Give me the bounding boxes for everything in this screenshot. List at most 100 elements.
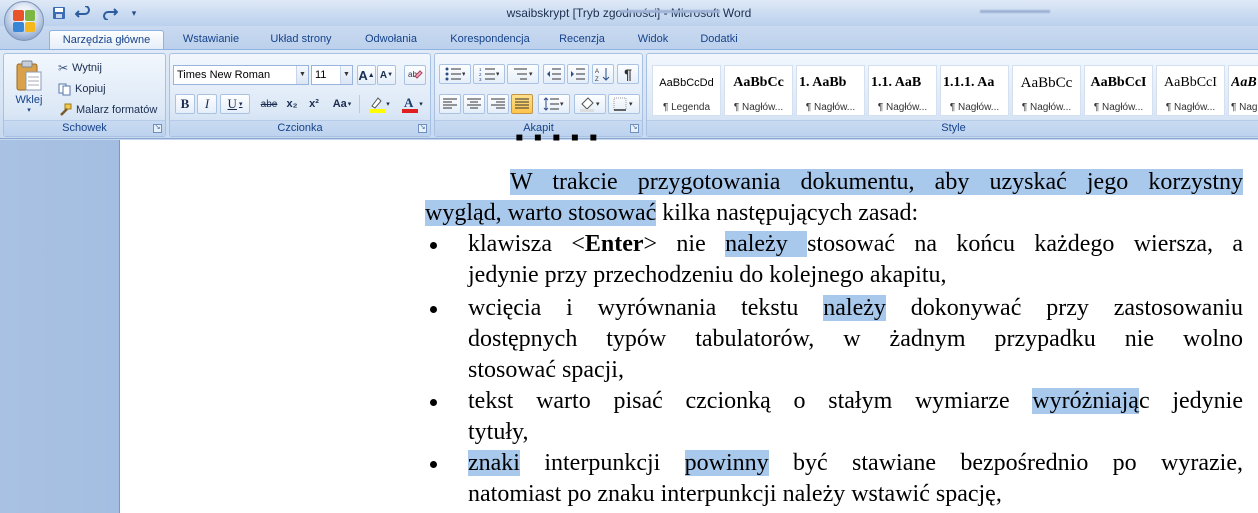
tab-page-layout[interactable]: Układ strony [258,30,344,50]
format-painter-button[interactable]: Malarz formatów [54,101,161,119]
style-item[interactable]: 1.1. AaB ¶ Nagłów... [868,65,937,116]
decrease-indent-icon[interactable] [543,64,565,84]
bold-button[interactable]: B [175,94,195,114]
numbering-button[interactable]: 1 2 3 ▾ [473,64,505,84]
change-case-label: Aa [332,98,347,110]
paste-icon [16,60,42,91]
style-name: ¶ Nagłów... [877,102,928,113]
paragraph-launcher-icon[interactable]: ↘ [630,124,639,133]
svg-text:▾: ▾ [529,71,533,78]
change-case-button[interactable]: Aa ▾ [327,94,357,114]
font-size-combo[interactable]: 11 ▼ [311,65,353,85]
document-page[interactable]: ▪ ▪ ▪ ▪ ▪ W trakcie przygotowania dokume… [119,125,1258,513]
align-left-icon[interactable] [439,94,461,114]
font-color-icon: A [402,95,419,113]
font-launcher-icon[interactable]: ↘ [418,124,427,133]
tab-mailings[interactable]: Korespondencja [438,30,542,50]
style-item[interactable]: AaBbCcI ¶ Nagłów... [1084,65,1153,116]
office-button[interactable] [4,1,44,41]
increase-indent-icon[interactable] [567,64,589,84]
style-name: ¶ Nagłów... [949,102,1000,113]
style-item[interactable]: AaB ¶ Nag [1228,65,1258,116]
svg-text:▾: ▾ [462,71,465,78]
background-window-title-blur-2: ▬▬▬▬▬▬▬ [980,5,1050,16]
chevron-down-icon: ▼ [296,66,308,84]
style-name: ¶ Nagłów... [1165,102,1216,113]
list-item[interactable]: znaki interpunkcji powinny być stawiane … [425,448,1243,510]
style-item[interactable]: AaBbCcI ¶ Nagłów... [1156,65,1225,116]
tab-home[interactable]: Narzędzia główne [49,30,164,50]
justify-icon[interactable] [511,94,533,114]
text-line: tytuły, [468,419,529,445]
intro-line-2-highlight: wygląd, warto stosować [425,200,657,226]
chevron-down-icon: ▾ [347,101,352,108]
document-workspace: ▪ ▪ ▪ ▪ ▪ W trakcie przygotowania dokume… [0,125,1258,513]
svg-text:Z: Z [595,77,599,82]
clear-formatting-icon[interactable]: ab [404,65,426,85]
list-item[interactable]: tekst warto pisać czcionką o stałym wymi… [425,386,1243,448]
style-item[interactable]: 1. AaBb ¶ Nagłów... [796,65,865,116]
list-item[interactable]: wcięcia i wyrównania tekstu należy dokon… [425,293,1243,386]
bullets-button[interactable]: ▾ [439,64,471,84]
font-color-button[interactable]: A ▾ [396,94,428,114]
text-run: tekst warto pisać czcionką o stałym wymi… [468,388,1033,414]
svg-text:▾: ▾ [596,101,600,108]
sort-icon[interactable]: AZ [592,64,614,84]
subscript-button[interactable]: x₂ [282,94,302,114]
copy-button[interactable]: Kopiuj [54,80,110,98]
tab-addins[interactable]: Dodatki [688,30,750,50]
text-run: być stawiane bezpośrednio po wyrazie, [768,450,1243,476]
font-name-combo[interactable]: Times New Roman ▼ [173,65,309,85]
style-item[interactable]: 1.1.1. Aa ¶ Nagłów... [940,65,1009,116]
svg-text:▾: ▾ [629,101,633,108]
text-run: stosować na końcu każdego wiersza, a [807,231,1244,257]
show-formatting-marks-button[interactable]: ¶ [617,64,639,84]
align-center-icon[interactable] [463,94,485,114]
borders-icon[interactable]: ▾ [608,94,640,114]
strikethrough-button[interactable]: abe [257,94,281,114]
shading-icon[interactable]: ▾ [574,94,606,114]
chevron-down-icon: ▼ [340,66,352,84]
shrink-font-button[interactable]: A ▼ [377,65,396,85]
paste-button[interactable]: Wklej ▾ [8,57,50,117]
clipboard-launcher-icon[interactable]: ↘ [153,124,162,133]
grow-font-button[interactable]: A ▲ [357,65,376,85]
tab-review[interactable]: Recenzja [550,30,614,50]
style-item[interactable]: AaBbCc ¶ Nagłów... [1012,65,1081,116]
intro-paragraph[interactable]: W trakcie przygotowania dokumentu, aby u… [425,167,1243,229]
style-preview: AaBbCc [733,75,784,90]
style-item[interactable]: AaBbCcDd ¶ Legenda [652,65,721,116]
highlighted-run: należy [823,295,886,321]
cut-off-heading: ▪ ▪ ▪ ▪ ▪ [515,125,600,151]
bold-run: Enter [584,231,644,257]
bullet-icon [430,399,437,406]
copy-icon [58,83,71,95]
chevron-down-icon: ▾ [419,101,423,108]
text-line: jedynie przy przechodzeniu do kolejnego … [468,262,947,288]
italic-button[interactable]: I [197,94,217,114]
style-preview: 1.1. AaB [871,75,922,90]
style-name: ¶ Nagłów... [1021,102,1072,113]
tab-references[interactable]: Odwołania [353,30,429,50]
cut-button[interactable]: ✂ Wytnij [54,59,106,77]
style-item[interactable]: AaBbCc ¶ Nagłów... [724,65,793,116]
style-name: ¶ Nag [1231,102,1258,113]
paste-label: Wklej [15,94,43,106]
tab-insert[interactable]: Wstawianie [170,30,252,50]
styles-group-label: Style [647,120,1258,136]
list-item[interactable]: klawisza <Enter> nie należy stosować na … [425,229,1243,291]
highlighted-run: wyróżniają [1032,388,1139,414]
tab-view[interactable]: Widok [625,30,681,50]
align-right-icon[interactable] [487,94,509,114]
font-name-value: Times New Roman [177,69,271,81]
font-group-label: Czcionka [170,120,430,136]
style-name: ¶ Legenda [662,102,711,113]
underline-button[interactable]: U ▾ [220,94,250,114]
line-spacing-icon[interactable]: ▾ [538,94,570,114]
background-window-title-blur: ▬▬▬▬▬▬▬▬▬▬ [620,5,720,16]
multilevel-list-button[interactable]: ▾ [507,64,539,84]
text-run: wcięcia i wyrównania tekstu [468,295,824,321]
cut-label: Wytnij [72,62,102,74]
highlight-color-button[interactable]: ▾ [363,94,395,114]
superscript-button[interactable]: x² [304,94,324,114]
